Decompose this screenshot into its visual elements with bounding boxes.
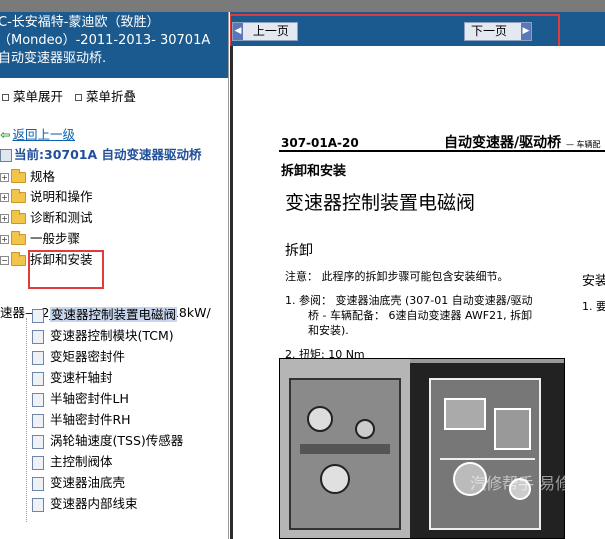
folder-icon: [11, 169, 26, 183]
transmission-photo: [279, 358, 565, 539]
tree-item-label: 变矩器密封件: [50, 349, 126, 364]
back-link-label: 返回上一级: [12, 127, 75, 142]
transmission-photo-graphic: [280, 359, 564, 538]
doc-section-code: 307-01A-20: [281, 136, 359, 150]
doc-note: 注意： 此程序的拆卸步骤可能包含安装细节。: [285, 270, 509, 283]
back-link[interactable]: ⇦ 返回上一级: [0, 124, 75, 142]
page-icon: [0, 149, 12, 162]
title-line-2: （Mondeo）-2011-2013- 30701A: [0, 33, 211, 48]
title-line-3: 自动变速器驱动桥.: [0, 51, 107, 66]
tree-item-internal-harness[interactable]: 变速器内部线束: [22, 493, 138, 513]
expand-square-icon: [2, 93, 9, 101]
title-line-1: C-长安福特-蒙迪欧（致胜）: [0, 15, 160, 30]
tree-folder-diagnosis[interactable]: + 诊断和测试: [0, 207, 93, 227]
expand-plus-icon[interactable]: +: [0, 193, 9, 202]
document-icon: [32, 308, 44, 323]
tree-item-shift-shaft-seal[interactable]: 变速杆轴封: [22, 367, 113, 387]
folder-icon: [11, 231, 26, 245]
document-icon: [32, 392, 44, 407]
tree-item-tcm[interactable]: 变速器控制模块(TCM): [22, 325, 174, 345]
folder-icon: [11, 252, 26, 266]
doc-step-1-line-2: 桥 - 车辆配备： 6速自动变速器 AWF21, 拆卸: [308, 309, 533, 322]
expand-plus-icon[interactable]: +: [0, 214, 9, 223]
tree-item-tss-sensor[interactable]: 涡轮轴速度(TSS)传感器: [22, 430, 183, 450]
folder-icon: [11, 210, 26, 224]
doc-title: 变速器控制装置电磁阀: [285, 192, 476, 214]
current-node-label: 当前:30701A 自动变速器驱动桥: [14, 147, 202, 162]
expand-plus-icon[interactable]: +: [0, 235, 9, 244]
window-top-strip: [0, 0, 605, 12]
document-title: C-长安福特-蒙迪欧（致胜） （Mondeo）-2011-2013- 30701…: [0, 12, 228, 78]
tree-folder-label: 诊断和测试: [30, 210, 93, 225]
document-icon: [32, 350, 44, 365]
navigation-pane: C-长安福特-蒙迪欧（致胜） （Mondeo）-2011-2013- 30701…: [0, 12, 229, 539]
doc-running-header: 自动变速器/驱动桥 — 车辆配: [444, 132, 601, 152]
collapse-square-icon: [75, 93, 82, 101]
tree-item-label: 变速器控制模块(TCM): [50, 328, 174, 343]
document-icon: [32, 455, 44, 470]
document-icon: [32, 434, 44, 449]
tree-item-label: 主控制阀体: [50, 454, 113, 469]
doc-subtitle: 拆卸: [285, 243, 313, 259]
tree-folder-description[interactable]: + 说明和操作: [0, 186, 93, 206]
tree-item-halfshaft-seal-lh[interactable]: 半轴密封件LH: [22, 388, 129, 408]
tree-item-label: 变速器内部线束: [50, 496, 138, 511]
document-pane: ◀ 上一页 下一页 ▶ 307-01A-20 自动变速器/驱动桥 — 车辆配 拆…: [230, 12, 605, 539]
document-icon: [32, 413, 44, 428]
tree-item-label: 变速杆轴封: [50, 370, 113, 385]
doc-right-col-step: 1. 要: [582, 300, 605, 313]
tree-item-label: 涡轮轴速度(TSS)传感器: [50, 433, 184, 448]
tree-folder-label: 规格: [30, 169, 56, 184]
tree-item-main-valve-body[interactable]: 主控制阀体: [22, 451, 113, 471]
tree-item-label: 变速器控制装置电磁阀: [50, 307, 178, 322]
tree-item-solenoid[interactable]: 变速器控制装置电磁阀: [22, 304, 178, 324]
doc-step-1-line-3: 和安装).: [308, 324, 349, 337]
menu-expand-link[interactable]: 菜单展开: [13, 89, 63, 104]
tree-item-label: 半轴密封件RH: [50, 412, 131, 427]
watermark-text: 汽修帮手 易修: [470, 474, 572, 493]
tree-item-converter-seal[interactable]: 变矩器密封件: [22, 346, 125, 366]
document-icon: [32, 476, 44, 491]
folder-highlight-box: [28, 250, 104, 289]
document-icon: [32, 329, 44, 344]
document-icon: [32, 497, 44, 512]
tree-item-halfshaft-seal-rh[interactable]: 半轴密封件RH: [22, 409, 131, 429]
page-left-border: [230, 46, 233, 539]
menu-toolbar: 菜单展开 菜单折叠: [0, 86, 142, 104]
tree-folder-label: 一般步骤: [30, 231, 81, 246]
document-icon: [32, 371, 44, 386]
tree-item-oil-pan[interactable]: 变速器油底壳: [22, 472, 125, 492]
tree-folder-general[interactable]: + 一般步骤: [0, 228, 80, 248]
collapse-minus-icon[interactable]: −: [0, 256, 9, 265]
doc-section-name: 拆卸和安装: [281, 164, 347, 179]
current-node: 当前:30701A 自动变速器驱动桥: [0, 144, 202, 162]
doc-right-col-title: 安装: [582, 274, 605, 289]
back-arrow-icon: ⇦: [0, 127, 11, 142]
doc-header-text: 自动变速器/驱动桥: [444, 135, 562, 151]
tree-item-label: 变速器油底壳: [50, 475, 126, 490]
folder-icon: [11, 189, 26, 203]
header-rule: [279, 150, 605, 152]
tree-item-label: 半轴密封件LH: [50, 391, 129, 406]
tree-folder-label: 说明和操作: [30, 189, 93, 204]
doc-header-small: — 车辆配: [566, 140, 601, 149]
document-page: 307-01A-20 自动变速器/驱动桥 — 车辆配 拆卸和安装 变速器控制装置…: [230, 46, 605, 539]
tree-folder-specs[interactable]: + 规格: [0, 166, 55, 186]
expand-plus-icon[interactable]: +: [0, 173, 9, 182]
menu-collapse-link[interactable]: 菜单折叠: [86, 89, 136, 104]
doc-step-1-line-1: 1. 参阅： 变速器油底壳 (307-01 自动变速器/驱动: [285, 294, 533, 307]
